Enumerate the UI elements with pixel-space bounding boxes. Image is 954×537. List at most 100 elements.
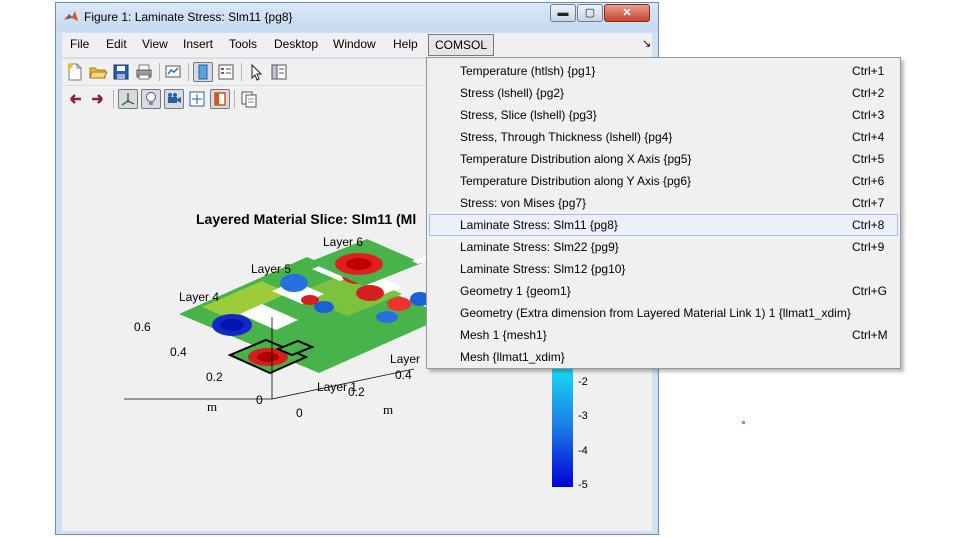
menu-insert[interactable]: Insert <box>183 37 213 51</box>
copy-icon[interactable] <box>239 89 259 109</box>
link-plot-icon[interactable] <box>163 62 183 82</box>
layer-6-label: Layer 6 <box>323 235 364 249</box>
menu-item-label: Temperature Distribution along Y Axis {p… <box>460 174 692 188</box>
maximize-button[interactable]: ▢ <box>577 4 603 22</box>
menu-item-label: Stress, Slice (lshell) {pg3} <box>460 108 597 122</box>
toolbar-separator <box>188 63 189 81</box>
menu-item-pg6[interactable]: Temperature Distribution along Y Axis {p… <box>429 170 898 192</box>
comsol-dropdown-menu: Temperature (htlsh) {pg1} Ctrl+1 Stress (… <box>426 57 901 369</box>
stress-blob <box>356 285 384 301</box>
x-axis-label: m <box>383 402 394 417</box>
menu-item-shortcut: Ctrl+5 <box>852 152 885 166</box>
y-tick: 0.2 <box>206 370 223 384</box>
menu-item-shortcut: Ctrl+4 <box>852 130 885 144</box>
axes-icon[interactable] <box>118 89 138 109</box>
menu-item-label: Laminate Stress: Slm11 {pg8} <box>460 218 618 232</box>
property-editor-icon[interactable] <box>269 62 289 82</box>
layer-4-label: Layer 4 <box>179 290 220 304</box>
stress-blob <box>314 301 334 313</box>
menu-item-pg5[interactable]: Temperature Distribution along X Axis {p… <box>429 148 898 170</box>
menu-item-pg9[interactable]: Laminate Stress: Slm22 {pg9} Ctrl+9 <box>429 236 898 258</box>
menu-item-label: Geometry (Extra dimension from Layered M… <box>460 306 851 320</box>
colorbar-tick: -5 <box>578 479 588 491</box>
menu-item-mesh-xdim[interactable]: Mesh {llmat1_xdim} <box>429 346 898 368</box>
menu-file[interactable]: File <box>70 37 89 51</box>
menu-item-shortcut: Ctrl+3 <box>852 108 885 122</box>
colorbar-tick: -3 <box>578 410 588 422</box>
dock-arrow-icon[interactable]: ↘ <box>642 37 651 50</box>
print-icon[interactable] <box>134 62 154 82</box>
menu-desktop[interactable]: Desktop <box>274 37 318 51</box>
zoom-fit-icon[interactable] <box>187 89 207 109</box>
toolbar-separator <box>241 63 242 81</box>
pointer-icon[interactable] <box>246 62 266 82</box>
menu-item-label: Mesh {llmat1_xdim} <box>460 350 565 364</box>
camera-icon[interactable] <box>164 89 184 109</box>
toolbar-separator <box>234 90 235 108</box>
menu-item-shortcut: Ctrl+6 <box>852 174 885 188</box>
menu-item-shortcut: Ctrl+9 <box>852 240 885 254</box>
stress-blob <box>376 311 398 323</box>
stress-blob <box>346 258 372 270</box>
menu-item-shortcut: Ctrl+M <box>852 328 888 342</box>
menu-item-pg7[interactable]: Stress: von Mises {pg7} Ctrl+7 <box>429 192 898 214</box>
cursor-dot <box>742 421 745 424</box>
open-file-icon[interactable] <box>88 62 108 82</box>
menu-item-label: Laminate Stress: Slm12 {pg10} <box>460 262 626 276</box>
menu-item-geom-xdim[interactable]: Geometry (Extra dimension from Layered M… <box>429 302 898 324</box>
insert-legend-icon[interactable] <box>216 62 236 82</box>
minimize-button[interactable]: ▬ <box>550 4 576 22</box>
toolbar-separator <box>113 90 114 108</box>
stress-blob <box>387 297 411 311</box>
y-tick: 0 <box>256 393 263 407</box>
menu-item-geom1[interactable]: Geometry 1 {geom1} Ctrl+G <box>429 280 898 302</box>
menu-item-label: Temperature Distribution along X Axis {p… <box>460 152 692 166</box>
back-arrow-icon[interactable] <box>65 89 85 109</box>
matlab-logo-icon <box>63 9 79 25</box>
toolbar-separator <box>159 63 160 81</box>
layer-5-label: Layer 5 <box>251 262 292 276</box>
window-title: Figure 1: Laminate Stress: Slm11 {pg8} <box>84 10 293 24</box>
menu-item-pg2[interactable]: Stress (lshell) {pg2} Ctrl+2 <box>429 82 898 104</box>
forward-arrow-icon[interactable] <box>88 89 108 109</box>
menu-comsol[interactable]: COMSOL <box>428 34 495 56</box>
menu-item-pg8[interactable]: Laminate Stress: Slm11 {pg8} Ctrl+8 <box>429 214 898 236</box>
y-axis-label: m <box>207 399 218 414</box>
menu-bar: File Edit View Insert Tools Desktop Wind… <box>62 33 652 57</box>
menu-edit[interactable]: Edit <box>106 37 127 51</box>
menu-item-label: Geometry 1 {geom1} <box>460 284 571 298</box>
stress-blob <box>280 274 308 292</box>
dock-figure-icon[interactable] <box>193 62 213 82</box>
menu-item-pg4[interactable]: Stress, Through Thickness (lshell) {pg4}… <box>429 126 898 148</box>
menu-tools[interactable]: Tools <box>229 37 257 51</box>
menu-item-shortcut: Ctrl+1 <box>852 64 885 78</box>
x-tick: 0 <box>296 406 303 420</box>
menu-item-label: Stress (lshell) {pg2} <box>460 86 565 100</box>
menu-item-shortcut: Ctrl+G <box>852 284 888 298</box>
menu-help[interactable]: Help <box>393 37 418 51</box>
menu-item-label: Laminate Stress: Slm22 {pg9} <box>460 240 619 254</box>
menu-item-pg1[interactable]: Temperature (htlsh) {pg1} Ctrl+1 <box>429 60 898 82</box>
menu-view[interactable]: View <box>142 37 168 51</box>
menu-item-label: Mesh 1 {mesh1} <box>460 328 547 342</box>
x-tick: 0.2 <box>348 385 365 399</box>
menu-item-pg10[interactable]: Laminate Stress: Slm12 {pg10} <box>429 258 898 280</box>
menu-window[interactable]: Window <box>333 37 376 51</box>
menu-item-mesh1[interactable]: Mesh 1 {mesh1} Ctrl+M <box>429 324 898 346</box>
menu-item-label: Stress, Through Thickness (lshell) {pg4} <box>460 130 673 144</box>
menu-item-shortcut: Ctrl+8 <box>852 218 885 232</box>
save-icon[interactable] <box>111 62 131 82</box>
menu-item-shortcut: Ctrl+7 <box>852 196 885 210</box>
plot-title: Layered Material Slice: Slm11 (Ml <box>196 211 417 227</box>
stress-blob <box>220 319 244 331</box>
title-bar[interactable]: Figure 1: Laminate Stress: Slm11 {pg8} ▬… <box>56 3 658 31</box>
box-icon[interactable] <box>210 89 230 109</box>
x-tick: 0.4 <box>395 368 412 382</box>
close-button[interactable]: ✕ <box>604 4 650 22</box>
menu-item-pg3[interactable]: Stress, Slice (lshell) {pg3} Ctrl+3 <box>429 104 898 126</box>
layer-label: Layer <box>390 352 421 366</box>
menu-item-label: Stress: von Mises {pg7} <box>460 196 587 210</box>
colorbar-tick: -2 <box>578 376 588 388</box>
new-figure-icon[interactable] <box>65 62 85 82</box>
light-icon[interactable] <box>141 89 161 109</box>
